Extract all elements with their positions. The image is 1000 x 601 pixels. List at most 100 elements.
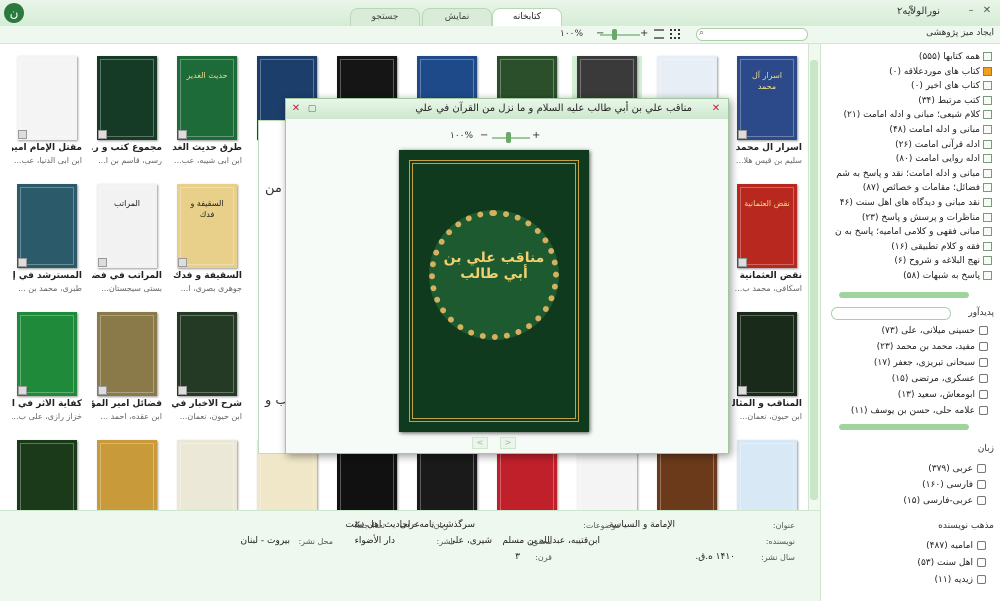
dialog-next-button[interactable]: > <box>500 437 516 449</box>
favorite-checkbox[interactable] <box>18 130 27 139</box>
category-item[interactable]: فضائل؛ مقامات و خصائص (۸۷) <box>863 183 992 193</box>
book-card[interactable]: المراتب المراتب في فضائ... بستی سیجستان... <box>92 184 162 293</box>
list-view-icon[interactable] <box>654 29 664 39</box>
language-checkbox[interactable] <box>977 496 986 505</box>
author-filter-item[interactable]: علامه حلی، حسن بن یوسف (۱۱) <box>851 406 988 416</box>
book-cover[interactable] <box>177 312 237 396</box>
dialog-zoom-out-button[interactable]: − <box>480 130 488 141</box>
category-item[interactable]: کتاب های موردعلاقه (۰) <box>889 66 992 77</box>
favorite-checkbox[interactable] <box>738 130 747 139</box>
author-checkbox[interactable] <box>979 358 988 367</box>
book-cover[interactable]: المراتب <box>97 184 157 268</box>
madhhab-checkbox[interactable] <box>977 575 986 584</box>
dialog-pin-button[interactable]: ✕ <box>710 103 722 115</box>
book-card[interactable] <box>12 440 82 510</box>
book-card[interactable]: مجموع كتب و ر... رسی، قاسم بن ا... <box>92 56 162 165</box>
dialog-close-button[interactable]: ✕ <box>290 103 302 115</box>
author-filter-item[interactable]: سبحانی تبریزی، جعفر (۱۷) <box>874 358 988 368</box>
language-checkbox[interactable] <box>977 464 986 473</box>
book-card[interactable]: شرح الأخبار في ... ابن حيون، نعمان... <box>172 312 242 421</box>
tab-library[interactable]: کتابخانه <box>492 8 562 26</box>
category-item[interactable]: مناظرات و پرسش و پاسخ (۲۳) <box>862 212 992 223</box>
madhhab-checkbox[interactable] <box>977 558 986 567</box>
favorite-checkbox[interactable] <box>738 258 747 267</box>
favorite-checkbox[interactable] <box>18 386 27 395</box>
minimize-button[interactable]: – <box>964 4 978 18</box>
category-item[interactable]: مبانی و ادله امامت؛ نقد و پاسخ به شم <box>836 168 992 179</box>
category-item[interactable]: مبانی و ادله امامت (۴۸) <box>889 125 992 135</box>
category-item[interactable]: نهج البلاغه و شروح (۶) <box>894 256 992 266</box>
zoom-slider[interactable] <box>600 34 640 36</box>
dialog-maximize-button[interactable]: ▢ <box>306 103 318 115</box>
author-checkbox[interactable] <box>979 342 988 351</box>
book-cover[interactable] <box>17 440 77 510</box>
book-cover[interactable] <box>17 56 77 140</box>
book-cover[interactable]: حديث الغدير <box>177 56 237 140</box>
favorite-checkbox[interactable] <box>98 258 107 267</box>
grid-view-icon[interactable] <box>670 29 680 39</box>
category-item[interactable]: ادله قرآنی امامت (۲۶) <box>895 139 992 150</box>
author-filter-item[interactable]: ابومعاش، سعید (۱۳) <box>898 390 988 400</box>
language-filter-item[interactable]: فارسی (۱۶۰) <box>922 480 986 490</box>
author-scrollbar[interactable] <box>839 424 969 430</box>
library-search-input[interactable] <box>696 28 808 41</box>
category-item[interactable]: پاسخ به شبهات (۵۸) <box>903 271 992 281</box>
category-item[interactable]: فقه و کلام تطبیقی (۱۶) <box>891 241 992 252</box>
category-item[interactable]: نقد مبانی و دیدگاه های اهل سنت (۴۶ <box>840 198 992 208</box>
madhhab-filter-item[interactable]: اهل سنت (۵۳) <box>917 558 986 568</box>
madhhab-filter-item[interactable]: امامیه (۴۸۷) <box>926 541 986 551</box>
madhhab-checkbox[interactable] <box>977 541 986 550</box>
author-checkbox[interactable] <box>979 390 988 399</box>
tab-display[interactable]: نمایش <box>422 8 492 26</box>
book-cover[interactable] <box>97 56 157 140</box>
book-card[interactable]: المسترشد في إما... طبری، محمد بن ... <box>12 184 82 293</box>
zoom-slider-thumb[interactable] <box>612 29 617 40</box>
book-cover[interactable] <box>97 312 157 396</box>
favorite-checkbox[interactable] <box>178 258 187 267</box>
language-filter-item[interactable]: عربی-فارسی (۱۵) <box>903 496 986 506</box>
book-cover[interactable]: السقيفة و فدك <box>177 184 237 268</box>
dialog-zoom-slider[interactable] <box>492 137 530 139</box>
book-card[interactable]: فضائل أمير المؤ... ابن عقده، احمد ... <box>92 312 162 421</box>
book-cover[interactable] <box>177 440 237 510</box>
dialog-zoom-in-button[interactable]: + <box>532 130 540 141</box>
zoom-in-button[interactable]: + <box>640 28 648 39</box>
book-card[interactable]: اسرار آل محمد اسرار آل محمد ... سليم بن قي… <box>732 56 802 165</box>
help-button[interactable]: ؟ <box>904 4 918 18</box>
category-item[interactable]: کتب مرتبط (۳۴) <box>918 95 992 106</box>
book-card[interactable]: كفاية الأثر في ال... خزاز رازی، علی ب... <box>12 312 82 421</box>
dialog-zoom-slider-thumb[interactable] <box>506 132 511 143</box>
category-item[interactable]: کتاب های اخیر (۰) <box>911 81 992 91</box>
author-filter-item[interactable]: عسکری، مرتضی (۱۵) <box>892 374 988 384</box>
author-checkbox[interactable] <box>979 374 988 383</box>
author-filter-item[interactable]: مفید، محمد بن محمد (۲۳) <box>877 342 988 352</box>
category-item[interactable]: همه کتابها (۵۵۵) <box>919 52 992 62</box>
book-cover[interactable] <box>737 312 797 396</box>
dialog-prev-button[interactable]: < <box>472 437 488 449</box>
category-scrollbar[interactable] <box>839 292 969 298</box>
book-card[interactable]: السقيفة و فدك السقيفة و فدك جوهری بصری، ا.… <box>172 184 242 293</box>
book-cover[interactable]: نقض العثمانية <box>737 184 797 268</box>
favorite-checkbox[interactable] <box>18 258 27 267</box>
grid-scrollbar-thumb[interactable] <box>810 60 818 500</box>
madhhab-filter-item[interactable]: زیدیه (۱۱) <box>935 575 986 585</box>
book-cover[interactable] <box>97 440 157 510</box>
favorite-checkbox[interactable] <box>178 386 187 395</box>
book-cover[interactable] <box>737 440 797 510</box>
book-cover[interactable] <box>17 312 77 396</box>
favorite-checkbox[interactable] <box>178 130 187 139</box>
book-card[interactable]: المناقب و المثالب ابن حيون، نعمان... <box>732 312 802 421</box>
book-card[interactable]: نقض العثمانية نقض العثمانية اسكافی، محمد ب… <box>732 184 802 293</box>
book-card[interactable] <box>172 440 242 510</box>
tab-search[interactable]: جستجو <box>350 8 420 26</box>
category-item[interactable]: ادله روایی امامت (۸۰) <box>896 154 992 164</box>
author-search-input[interactable] <box>831 307 951 320</box>
favorite-checkbox[interactable] <box>98 386 107 395</box>
category-item[interactable]: مبانی فقهی و کلامی امامیه؛ پاسخ به ن <box>835 227 992 237</box>
language-filter-item[interactable]: عربی (۳۷۹) <box>928 464 986 474</box>
favorite-checkbox[interactable] <box>98 130 107 139</box>
close-button[interactable]: ✕ <box>980 4 994 18</box>
book-card[interactable] <box>92 440 162 510</box>
favorite-checkbox[interactable] <box>738 386 747 395</box>
language-checkbox[interactable] <box>977 480 986 489</box>
